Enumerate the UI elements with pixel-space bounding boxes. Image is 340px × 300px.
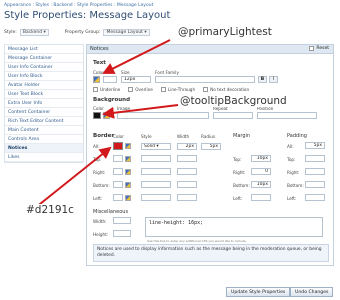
tooltip-arrow xyxy=(102,104,179,119)
hex-arrow xyxy=(34,146,112,209)
primary-lightest-callout: @primaryLightest xyxy=(178,26,272,38)
tooltip-background-callout: @tooltipBackground xyxy=(180,95,287,107)
annotation-arrows xyxy=(34,39,179,209)
border-hex-callout: #d2191c xyxy=(26,204,74,216)
primary-arrow xyxy=(102,39,171,74)
